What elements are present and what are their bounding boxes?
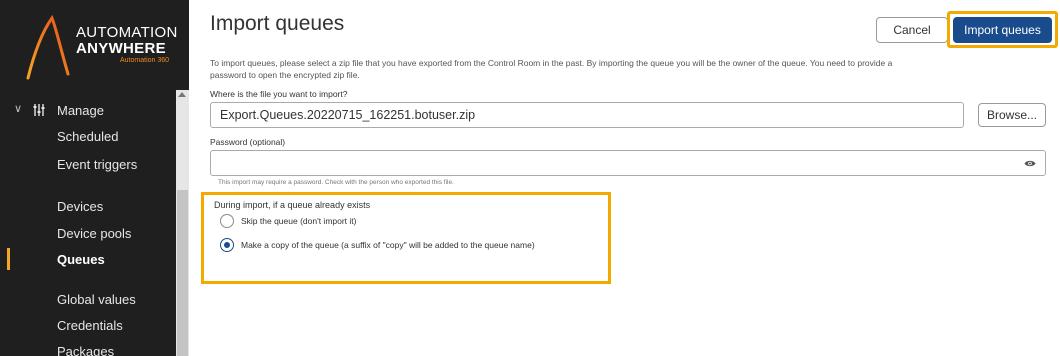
sidebar-item-devices[interactable]: Devices xyxy=(57,199,103,214)
page-title: Import queues xyxy=(210,12,345,35)
file-path-input[interactable]: Export.Queues.20220715_162251.botuser.zi… xyxy=(210,102,964,128)
import-queues-button[interactable]: Import queues xyxy=(953,17,1052,43)
scroll-up-arrow-icon[interactable] xyxy=(178,92,186,97)
cancel-button[interactable]: Cancel xyxy=(876,17,948,43)
sidebar-item-event-triggers[interactable]: Event triggers xyxy=(57,157,137,172)
sidebar: AUTOMATION ANYWHERE Automation 360 ∨ Man… xyxy=(0,0,189,356)
eye-icon[interactable] xyxy=(1024,159,1036,168)
password-hint: This import may require a password. Chec… xyxy=(218,179,454,186)
file-field-label: Where is the file you want to import? xyxy=(210,89,348,99)
sidebar-item-global-values[interactable]: Global values xyxy=(57,292,136,307)
skip-queue-radio[interactable] xyxy=(220,214,234,228)
intro-text: To import queues, please select a zip fi… xyxy=(210,58,893,80)
automation-anywhere-logo-icon xyxy=(26,14,70,80)
browse-button[interactable]: Browse... xyxy=(978,103,1046,127)
brand-product: Automation 360 xyxy=(120,57,170,64)
copy-queue-radio[interactable] xyxy=(220,238,234,252)
sidebar-item-packages[interactable]: Packages xyxy=(57,344,114,356)
password-field-label: Password (optional) xyxy=(210,137,286,147)
sidebar-section-manage[interactable]: ∨ Manage xyxy=(0,100,176,122)
brand-line1: AUTOMATION xyxy=(76,24,178,41)
sidebar-scroll-thumb[interactable] xyxy=(177,190,188,356)
chevron-down-icon: ∨ xyxy=(14,103,23,115)
brand-line2: ANYWHERE xyxy=(76,40,166,57)
sidebar-item-queues[interactable]: Queues xyxy=(57,252,105,267)
brand-logo[interactable]: AUTOMATION ANYWHERE Automation 360 xyxy=(0,0,189,92)
copy-queue-label[interactable]: Make a copy of the queue (a suffix of "c… xyxy=(241,240,535,250)
sidebar-item-credentials[interactable]: Credentials xyxy=(57,318,123,333)
sidebar-item-device-pools[interactable]: Device pools xyxy=(57,226,131,241)
skip-queue-label[interactable]: Skip the queue (don't import it) xyxy=(241,216,357,226)
file-path-value: Export.Queues.20220715_162251.botuser.zi… xyxy=(220,108,476,122)
sidebar-section-label: Manage xyxy=(57,103,104,118)
active-indicator xyxy=(7,248,10,270)
queue-exists-title: During import, if a queue already exists xyxy=(214,200,371,210)
sidebar-item-scheduled[interactable]: Scheduled xyxy=(57,129,118,144)
password-input[interactable] xyxy=(210,150,1046,176)
main-panel: Import queues Cancel Import queues To im… xyxy=(189,0,1060,356)
manage-sliders-icon xyxy=(33,104,45,116)
